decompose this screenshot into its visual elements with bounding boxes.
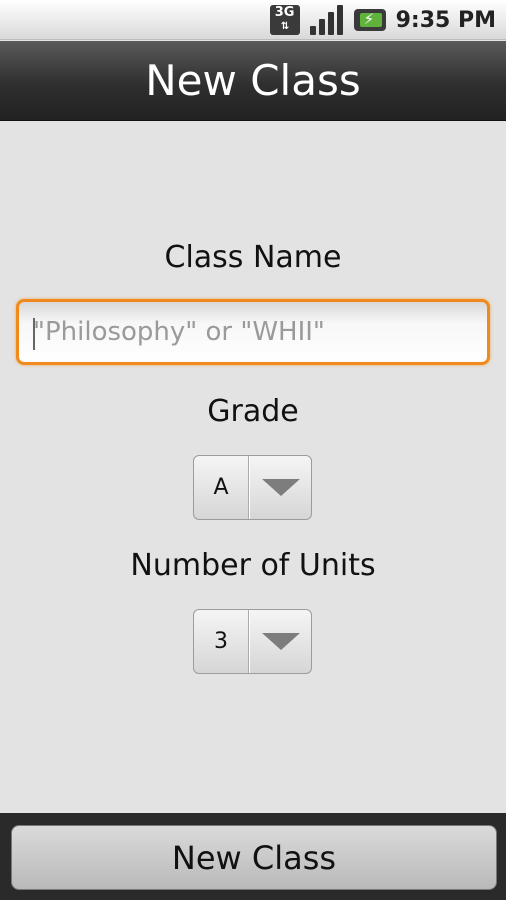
battery-charging-icon: ⚡ <box>353 9 386 31</box>
status-bar: 3G ⇅ ⚡ 9:35 PM <box>0 0 506 40</box>
3g-data-icon: 3G ⇅ <box>269 5 300 35</box>
new-class-button[interactable]: New Class <box>11 825 497 890</box>
class-name-input[interactable] <box>16 299 490 365</box>
units-spinner[interactable]: 3 <box>193 609 312 674</box>
network-label: 3G <box>274 5 295 20</box>
page-title: New Class <box>145 56 361 105</box>
grade-label: Grade <box>207 394 299 429</box>
units-value: 3 <box>194 610 249 673</box>
grade-value: A <box>194 456 249 519</box>
signal-icon <box>309 5 344 35</box>
grade-spinner[interactable]: A <box>193 455 312 520</box>
class-name-label: Class Name <box>164 240 342 275</box>
status-icons: 3G ⇅ ⚡ 9:35 PM <box>269 4 496 36</box>
chevron-down-icon <box>261 633 300 650</box>
units-dropdown-button[interactable] <box>249 610 311 673</box>
title-bar: New Class <box>0 41 506 121</box>
chevron-down-icon <box>261 479 300 496</box>
text-cursor <box>33 318 35 350</box>
grade-dropdown-button[interactable] <box>249 456 311 519</box>
clock: 9:35 PM <box>395 7 496 33</box>
units-label: Number of Units <box>130 548 376 583</box>
